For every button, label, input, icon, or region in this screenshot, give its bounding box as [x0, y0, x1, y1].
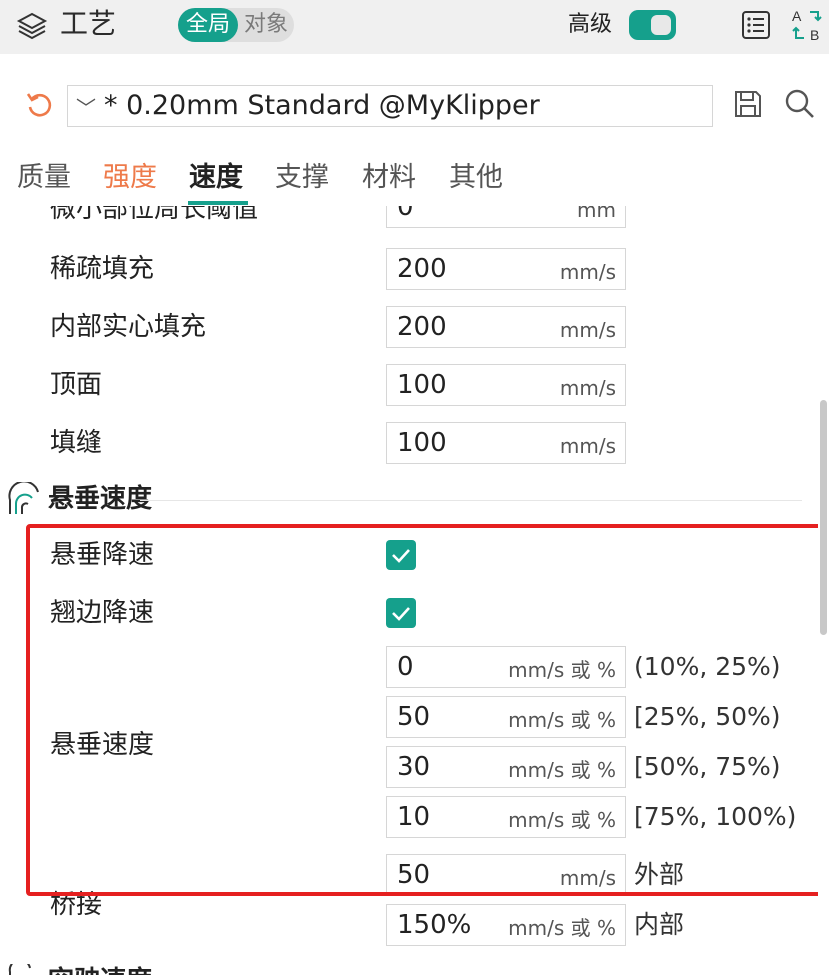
tab-material[interactable]: 材料 [362, 160, 416, 196]
overhang-speed-1-field[interactable]: 0 mm/s 或 % [386, 646, 626, 688]
scrollbar-thumb[interactable] [820, 400, 827, 635]
overhang-range-4: [75%, 100%) [634, 802, 797, 831]
reset-icon[interactable] [24, 90, 54, 120]
preset-name: * 0.20mm Standard @MyKlipper [104, 90, 540, 121]
bridge-label: 桥接 [50, 890, 103, 920]
field-unit: mm/s 或 % [508, 758, 616, 782]
field-unit: mm/s [559, 376, 616, 400]
field-value: 50 [397, 860, 431, 890]
overhang-range-3: [50%, 75%) [634, 752, 781, 781]
overhang-speed-label: 悬垂速度 [50, 730, 155, 760]
small-perimeter-threshold-label: 微小部位周长阈值 [50, 206, 259, 224]
gap-fill-speed-field[interactable]: 100 mm/s [386, 422, 626, 464]
internal-solid-infill-label: 内部实心填充 [50, 312, 207, 342]
process-header: 工艺 全局 对象 高级 A B [0, 0, 829, 54]
settings-tabs: 质量 强度 速度 支撑 材料 其他 [0, 154, 829, 206]
advanced-label: 高级 [568, 12, 613, 37]
field-value: 50 [397, 702, 431, 732]
small-perimeter-threshold-field[interactable]: 0 mm [386, 206, 626, 228]
preset-row: ﹀ * 0.20mm Standard @MyKlipper [0, 54, 829, 154]
compare-icon[interactable]: A B [790, 6, 826, 44]
field-value: 200 [397, 312, 447, 342]
field-unit: mm/s [559, 318, 616, 342]
top-surface-label: 顶面 [50, 370, 103, 400]
overhang-range-2: [25%, 50%) [634, 702, 781, 731]
field-unit: mm/s [559, 434, 616, 458]
section-divider [140, 500, 802, 501]
field-unit: mm [577, 206, 616, 222]
list-icon[interactable] [740, 9, 772, 41]
internal-solid-infill-speed-field[interactable]: 200 mm/s [386, 306, 626, 348]
sparse-infill-speed-field[interactable]: 200 mm/s [386, 248, 626, 290]
save-icon[interactable] [732, 88, 764, 120]
overhang-speed-2-field[interactable]: 50 mm/s 或 % [386, 696, 626, 738]
overhang-range-1: (10%, 25%) [634, 652, 781, 681]
field-value: 0 [397, 206, 414, 222]
field-value: 10 [397, 802, 431, 832]
search-icon[interactable] [784, 88, 816, 120]
overhang-speed-section-title: 悬垂速度 [48, 484, 153, 514]
slow-down-overhangs-label: 悬垂降速 [50, 540, 155, 570]
overhang-speed-3-field[interactable]: 30 mm/s 或 % [386, 746, 626, 788]
tab-others[interactable]: 其他 [449, 160, 503, 196]
sparse-infill-label: 稀疏填充 [50, 254, 155, 284]
scope-toggle[interactable]: 全局 对象 [178, 8, 294, 42]
panel-title: 工艺 [60, 7, 117, 40]
tab-quality[interactable]: 质量 [17, 160, 71, 196]
field-unit: mm/s 或 % [508, 708, 616, 732]
advanced-toggle[interactable] [629, 10, 676, 40]
overhang-speed-4-field[interactable]: 10 mm/s 或 % [386, 796, 626, 838]
checkmark-icon [392, 607, 410, 621]
svg-text:B: B [810, 27, 819, 43]
field-unit: mm/s [559, 260, 616, 284]
bridge-internal-label: 内部 [634, 910, 685, 939]
tab-strength[interactable]: 强度 [103, 160, 157, 196]
tab-speed[interactable]: 速度 [189, 160, 243, 196]
tab-support[interactable]: 支撑 [275, 160, 329, 196]
chevron-down-icon: ﹀ [76, 96, 96, 120]
top-surface-speed-field[interactable]: 100 mm/s [386, 364, 626, 406]
field-value: 0 [397, 652, 414, 682]
slow-down-curled-label: 翘边降速 [50, 598, 155, 628]
field-value: 100 [397, 370, 447, 400]
checkmark-icon [392, 549, 410, 563]
bridge-external-speed-field[interactable]: 50 mm/s [386, 854, 626, 896]
field-unit: mm/s 或 % [508, 658, 616, 682]
field-value: 100 [397, 428, 447, 458]
bridge-external-label: 外部 [634, 860, 685, 889]
field-unit: mm/s [559, 866, 616, 890]
settings-list[interactable]: 微小部位周长阈值 0 mm 稀疏填充 200 mm/s 内部实心填充 200 m… [0, 206, 829, 975]
scope-global[interactable]: 全局 [178, 8, 238, 42]
field-value: 200 [397, 254, 447, 284]
active-tab-indicator [188, 201, 248, 205]
field-unit: mm/s 或 % [508, 808, 616, 832]
travel-speed-icon [8, 964, 31, 975]
toggle-knob [651, 15, 671, 35]
overhang-speed-icon [8, 482, 39, 514]
field-unit: mm/s 或 % [508, 916, 616, 940]
travel-speed-section-title: 空驶速度 [48, 964, 152, 975]
slow-down-curled-checkbox[interactable] [386, 598, 416, 628]
layers-icon [16, 12, 48, 40]
slow-down-overhangs-checkbox[interactable] [386, 540, 416, 570]
bridge-internal-speed-field[interactable]: 150% mm/s 或 % [386, 904, 626, 946]
field-value: 30 [397, 752, 431, 782]
field-value: 150% [397, 910, 472, 940]
svg-text:A: A [792, 8, 802, 24]
preset-selector[interactable]: ﹀ * 0.20mm Standard @MyKlipper [67, 85, 713, 127]
gap-fill-label: 填缝 [50, 428, 103, 458]
scope-object[interactable]: 对象 [238, 8, 294, 42]
